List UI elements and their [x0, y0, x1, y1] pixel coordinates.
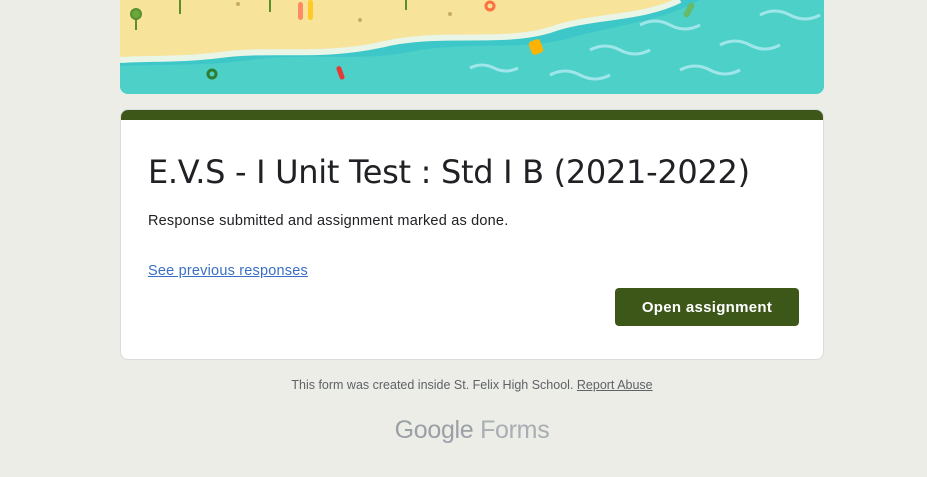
- footer-created-text: This form was created inside St. Felix H…: [291, 378, 577, 392]
- card-accent-bar: [121, 110, 823, 120]
- page: E.V.S - I Unit Test : Std I B (2021-2022…: [0, 0, 927, 477]
- google-wordmark: Google: [394, 416, 474, 444]
- report-abuse-link[interactable]: Report Abuse: [577, 378, 653, 392]
- open-assignment-button[interactable]: Open assignment: [615, 288, 799, 326]
- see-previous-responses-link[interactable]: See previous responses: [148, 263, 308, 279]
- confirmation-card: E.V.S - I Unit Test : Std I B (2021-2022…: [120, 109, 824, 360]
- beach-illustration-icon: [120, 0, 824, 94]
- forms-wordmark: Forms: [473, 416, 550, 444]
- google-forms-logo[interactable]: Google Forms: [120, 416, 824, 445]
- confirmation-message: Response submitted and assignment marked…: [148, 213, 509, 229]
- form-title: E.V.S - I Unit Test : Std I B (2021-2022…: [148, 153, 750, 191]
- footer-disclaimer: This form was created inside St. Felix H…: [120, 378, 824, 392]
- header-banner-image: [120, 0, 824, 94]
